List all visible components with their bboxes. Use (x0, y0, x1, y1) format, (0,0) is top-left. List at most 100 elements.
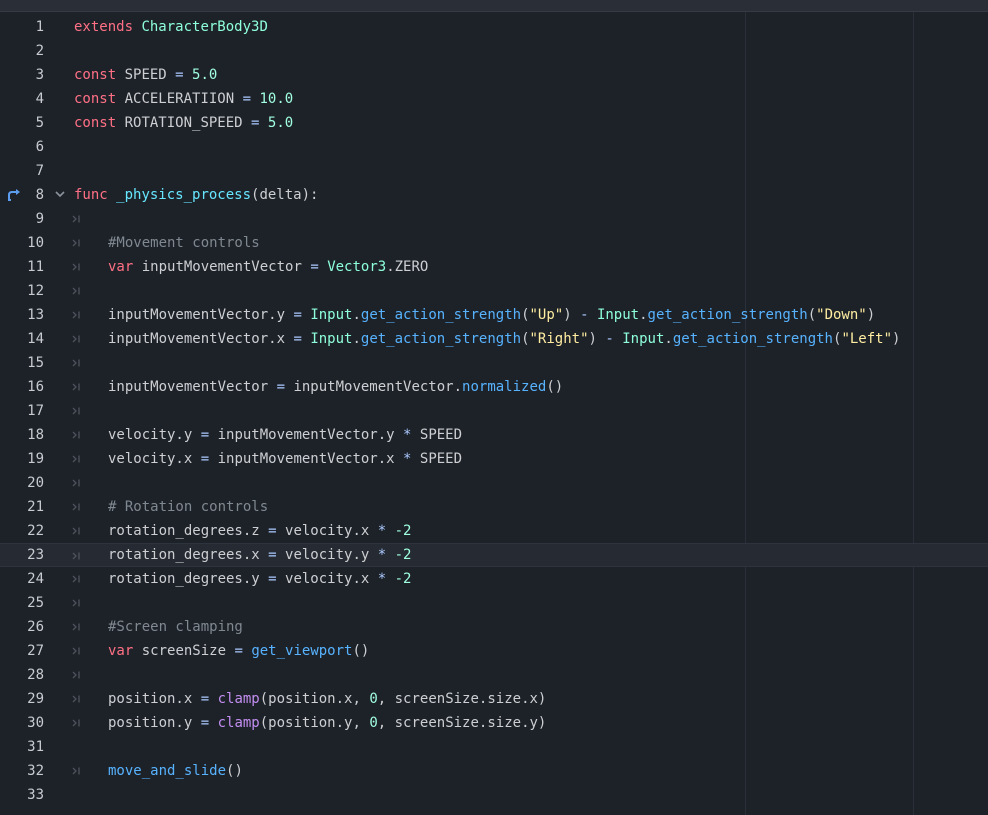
code-line[interactable]: 19 velocity.x = inputMovementVector.x * S… (0, 447, 988, 471)
tab-indent-icon (72, 519, 82, 543)
code-line[interactable]: 9 (0, 207, 988, 231)
code-line[interactable]: 7 (0, 159, 988, 183)
code-line[interactable]: 4 const ACCELERATIION = 10.0 (0, 87, 988, 111)
code-text[interactable]: move_and_slide() (108, 759, 243, 783)
code-line[interactable]: 12 (0, 279, 988, 303)
code-text[interactable]: var inputMovementVector = Vector3.ZERO (108, 255, 428, 279)
code-token: 5.0 (192, 67, 218, 83)
code-text[interactable]: extends CharacterBody3D (74, 15, 268, 39)
code-token: get_action_strength (360, 331, 522, 347)
code-text[interactable]: var screenSize = get_viewport() (108, 639, 369, 663)
tab-indent-icon (72, 759, 82, 783)
code-line[interactable]: 17 (0, 399, 988, 423)
code-token: = (268, 523, 277, 539)
code-line[interactable]: 28 (0, 663, 988, 687)
code-token: size (487, 691, 522, 707)
code-token: * (377, 571, 387, 587)
code-token: .ZERO (386, 259, 429, 275)
code-line[interactable]: 21 # Rotation controls (0, 495, 988, 519)
code-line[interactable]: 15 (0, 351, 988, 375)
line-number: 7 (35, 163, 44, 179)
code-line[interactable]: 11 var inputMovementVector = Vector3.ZERO (0, 255, 988, 279)
override-arrow-icon[interactable] (8, 183, 24, 207)
code-token: inputMovementVector.x (209, 451, 404, 467)
code-token: ) (866, 307, 876, 323)
code-token: () (546, 379, 564, 395)
code-text[interactable]: velocity.x = inputMovementVector.x * SPE… (108, 447, 462, 471)
code-line[interactable]: 3 const SPEED = 5.0 (0, 63, 988, 87)
code-line[interactable]: 22 rotation_degrees.z = velocity.x * -2 (0, 519, 988, 543)
tab-indent-icon (72, 351, 82, 375)
line-number: 22 (27, 523, 44, 539)
code-line[interactable]: 2 (0, 39, 988, 63)
code-text[interactable]: # Rotation controls (108, 495, 268, 519)
code-line[interactable]: 23 rotation_degrees.x = velocity.y * -2 (0, 543, 988, 567)
code-line[interactable]: 18 velocity.y = inputMovementVector.y * S… (0, 423, 988, 447)
code-line[interactable]: 30 position.y = clamp(position.y, 0, scre… (0, 711, 988, 735)
code-token: . (352, 331, 361, 347)
code-token: velocity.x (276, 571, 378, 587)
code-line[interactable]: 6 (0, 135, 988, 159)
line-number: 14 (27, 331, 44, 347)
code-text[interactable]: position.x = clamp(position.x, 0, screen… (108, 687, 546, 711)
line-number: 23 (27, 547, 44, 563)
code-text[interactable]: velocity.y = inputMovementVector.y * SPE… (108, 423, 462, 447)
line-number: 31 (27, 739, 44, 755)
code-line[interactable]: 25 (0, 591, 988, 615)
line-number: 15 (27, 355, 44, 371)
code-token: = (175, 67, 184, 83)
tab-indent-icon (72, 399, 82, 423)
code-token: ( (807, 307, 817, 323)
code-line[interactable]: 10 #Movement controls (0, 231, 988, 255)
code-token: . (639, 307, 648, 323)
code-line[interactable]: 16 inputMovementVector = inputMovementVec… (0, 375, 988, 399)
code-line[interactable]: 26 #Screen clamping (0, 615, 988, 639)
code-token: func (74, 187, 108, 203)
code-editor[interactable]: 1 extends CharacterBody3D 2 3 const SPEED = … (0, 0, 988, 815)
tab-indent-icon (72, 663, 82, 687)
code-text[interactable]: rotation_degrees.x = velocity.y * -2 (108, 544, 411, 566)
line-number: 17 (27, 403, 44, 419)
code-text[interactable]: rotation_degrees.y = velocity.x * -2 (108, 567, 411, 591)
code-line[interactable]: 8 func _physics_process(delta): (0, 183, 988, 207)
code-text[interactable]: inputMovementVector.y = Input.get_action… (108, 303, 875, 327)
code-token: Vector3 (327, 259, 387, 275)
code-line[interactable]: 24 rotation_degrees.y = velocity.x * -2 (0, 567, 988, 591)
code-text[interactable]: const ACCELERATIION = 10.0 (74, 87, 293, 111)
code-lines[interactable]: 1 extends CharacterBody3D 2 3 const SPEED = … (0, 15, 988, 807)
code-token: . (664, 331, 673, 347)
code-token: -2 (394, 547, 412, 563)
code-line[interactable]: 1 extends CharacterBody3D (0, 15, 988, 39)
code-line[interactable]: 27 var screenSize = get_viewport() (0, 639, 988, 663)
code-text[interactable]: const SPEED = 5.0 (74, 63, 217, 87)
chevron-down-icon[interactable] (55, 183, 65, 207)
code-text[interactable]: #Screen clamping (108, 615, 243, 639)
code-text[interactable]: func _physics_process(delta): (74, 183, 318, 207)
code-line[interactable]: 29 position.x = clamp(position.x, 0, scre… (0, 687, 988, 711)
tab-indent-icon (72, 591, 82, 615)
code-line[interactable]: 13 inputMovementVector.y = Input.get_acti… (0, 303, 988, 327)
tab-indent-icon (72, 567, 82, 591)
code-line[interactable]: 20 (0, 471, 988, 495)
line-number: 4 (35, 91, 44, 107)
code-line[interactable]: 31 (0, 735, 988, 759)
line-number: 30 (27, 715, 44, 731)
code-line[interactable]: 14 inputMovementVector.x = Input.get_acti… (0, 327, 988, 351)
code-text[interactable]: position.y = clamp(position.y, 0, screen… (108, 711, 546, 735)
code-line[interactable]: 32 move_and_slide() (0, 759, 988, 783)
code-text[interactable]: inputMovementVector = inputMovementVecto… (108, 375, 563, 399)
code-token: . (352, 307, 361, 323)
code-text[interactable]: const ROTATION_SPEED = 5.0 (74, 111, 293, 135)
code-line[interactable]: 5 const ROTATION_SPEED = 5.0 (0, 111, 988, 135)
code-token: SPEED (411, 451, 463, 467)
code-text[interactable]: inputMovementVector.x = Input.get_action… (108, 327, 900, 351)
code-text[interactable]: rotation_degrees.z = velocity.x * -2 (108, 519, 411, 543)
code-token: ROTATION_SPEED (116, 115, 252, 131)
code-token: = (242, 91, 252, 107)
code-text[interactable]: #Movement controls (108, 231, 260, 255)
code-line[interactable]: 33 (0, 783, 988, 807)
